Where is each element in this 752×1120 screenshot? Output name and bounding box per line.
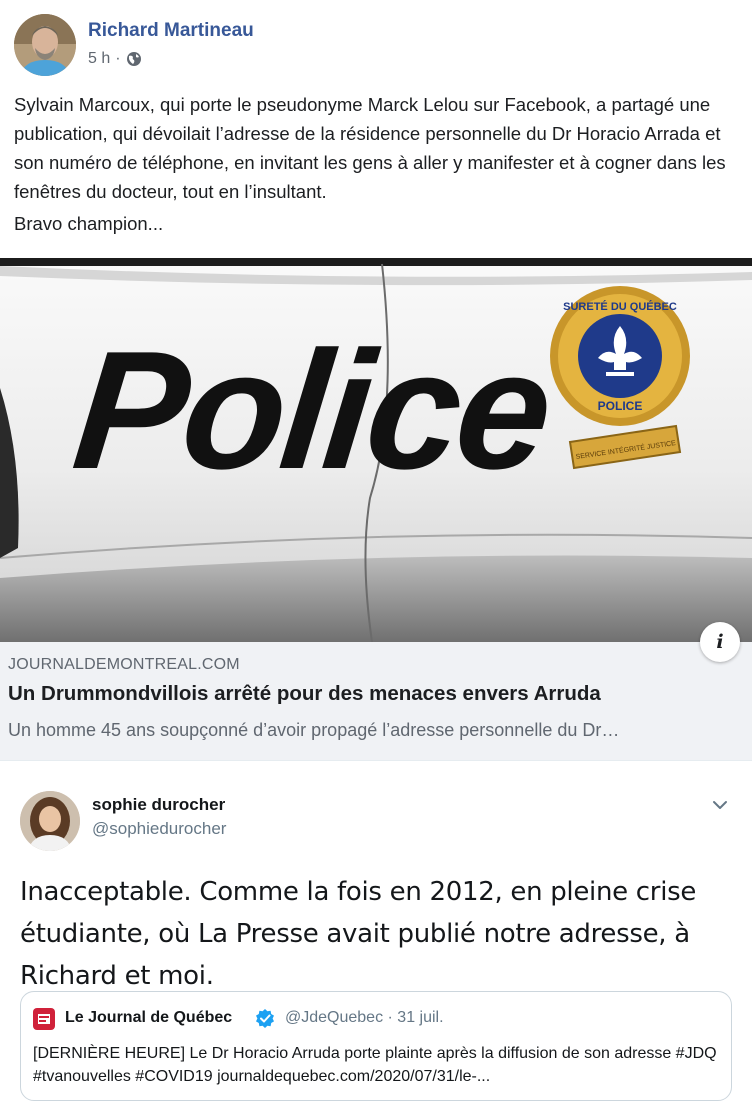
tweet-avatar[interactable]: [20, 791, 80, 851]
tweet-author-handle[interactable]: @sophiedurocher: [92, 819, 226, 839]
police-lettering: Police: [66, 315, 557, 503]
journal-logo-icon: [33, 1008, 55, 1030]
badge-bottom-text: POLICE: [598, 399, 643, 413]
post-text: Sylvain Marcoux, qui porte le pseudonyme…: [14, 94, 726, 202]
quoted-author-name[interactable]: Le Journal de Québec: [65, 1009, 232, 1027]
verified-badge-icon: [256, 1009, 274, 1028]
link-description: Un homme 45 ans soupçonné d’avoir propag…: [8, 720, 620, 740]
tweet-text: Inacceptable. Comme la fois en 2012, en …: [20, 877, 697, 991]
chevron-down-icon[interactable]: [710, 795, 730, 815]
police-car-photo[interactable]: Police SURETÉ DU QUÉBEC POLICE SERVICE I…: [0, 258, 752, 642]
tweet-author-name[interactable]: sophie durocher: [92, 795, 225, 815]
globe-icon: [126, 52, 141, 66]
badge-top-text: SURETÉ DU QUÉBEC: [563, 300, 677, 313]
link-preview[interactable]: i JOURNALDEMONTREAL.COM Un Drummondvillo…: [0, 622, 752, 760]
author-avatar[interactable]: [14, 14, 76, 76]
quoted-text: [DERNIÈRE HEURE] Le Dr Horacio Arruda po…: [33, 1045, 717, 1085]
post-meta: 5 h ·: [88, 50, 142, 68]
quoted-handle-date: @JdeQuebec · 31 juil.: [285, 1009, 444, 1026]
embedded-tweet: sophie durocher @sophiedurocher Inaccept…: [0, 760, 752, 1120]
facebook-post: Richard Martineau 5 h · Sylvain Marcoux,…: [0, 0, 752, 760]
info-icon[interactable]: i: [700, 622, 740, 662]
post-text-comment: Bravo champion...: [14, 213, 164, 234]
quoted-tweet[interactable]: Le Journal de Québec @JdeQuebec · 31 jui…: [20, 991, 732, 1101]
meta-separator: ·: [115, 50, 121, 67]
link-title[interactable]: Un Drummondvillois arrêté pour des menac…: [8, 682, 601, 706]
author-name[interactable]: Richard Martineau: [88, 20, 254, 42]
link-domain: JOURNALDEMONTREAL.COM: [8, 656, 240, 673]
post-time[interactable]: 5 h: [88, 50, 110, 68]
